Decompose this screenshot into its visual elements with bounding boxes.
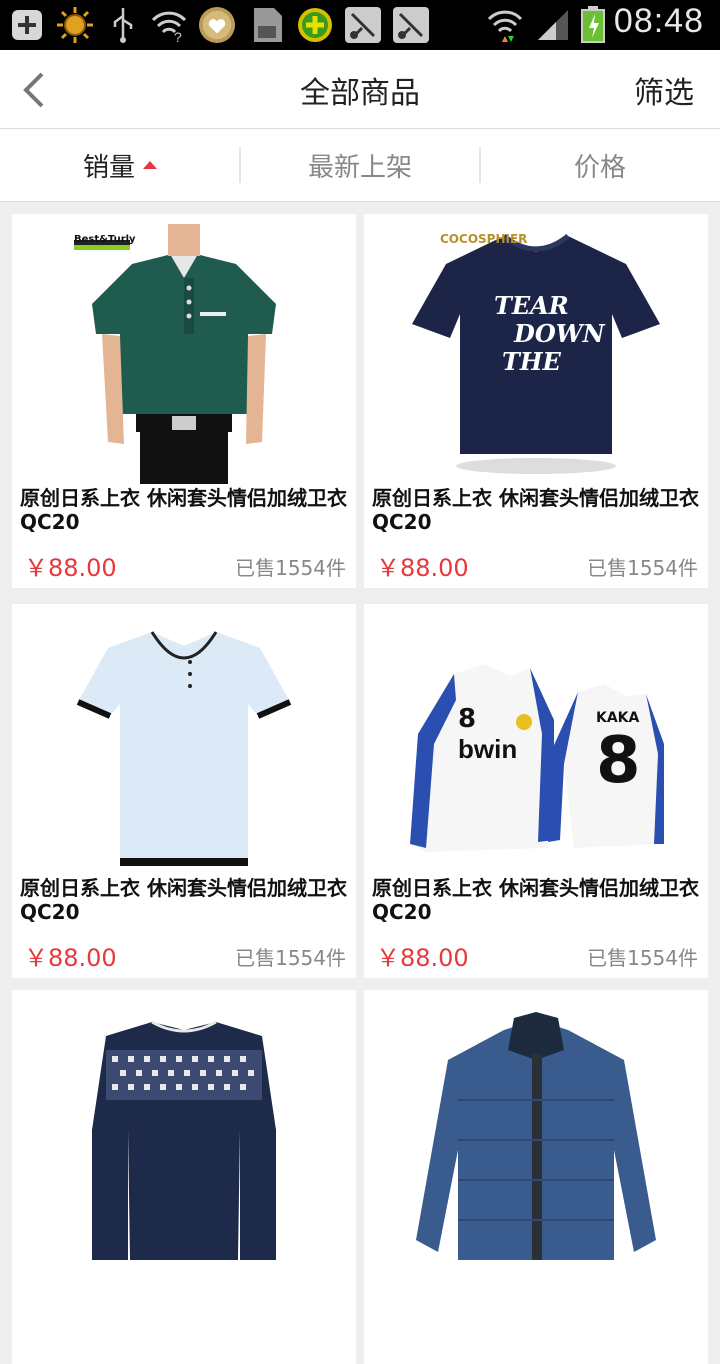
product-name: 原创日系上衣 休闲套头情侣加绒卫衣QC20: [372, 876, 699, 924]
page-title: 全部商品: [300, 76, 420, 111]
product-sold-count: 已售1554件: [235, 946, 346, 970]
print-line: DOWN: [514, 319, 605, 348]
tab-newest[interactable]: 最新上架: [240, 129, 480, 201]
status-bar: ? 08:48: [0, 0, 720, 50]
jersey-number-back: 8: [596, 724, 641, 798]
product-card[interactable]: 原创日系上衣 休闲套头情侣加绒卫衣QC20 ￥88.00 已售1554件: [12, 604, 356, 978]
signal-icon: [534, 6, 572, 44]
tab-sales-label: 销量: [82, 152, 135, 183]
filter-button[interactable]: 筛选: [634, 68, 694, 112]
wifi-question-icon: ?: [150, 6, 188, 44]
product-name: 原创日系上衣 休闲套头情侣加绒卫衣QC20: [372, 486, 699, 534]
product-sold-count: 已售1554件: [235, 556, 346, 580]
product-image: [364, 990, 708, 1260]
product-name: 原创日系上衣 休闲套头情侣加绒卫衣QC20: [20, 876, 347, 924]
plus-circle-icon: [296, 6, 334, 44]
app-header: 全部商品 筛选: [0, 50, 720, 129]
product-price: ￥88.00: [376, 554, 469, 582]
tab-price[interactable]: 价格: [480, 129, 720, 201]
wifi-icon: [486, 6, 524, 44]
product-image: [12, 990, 356, 1260]
product-image: Best&Turly: [12, 214, 356, 484]
usb-icon: [104, 6, 142, 44]
product-image: [12, 604, 356, 874]
sort-up-icon: [143, 161, 157, 169]
product-card[interactable]: [364, 990, 708, 1364]
product-card[interactable]: Best&Turly 原创日系上衣 休闲套头情侣加绒卫衣QC20 ￥88.00 …: [12, 214, 356, 588]
product-sold-count: 已售1554件: [587, 946, 698, 970]
cut-icon: [392, 6, 430, 44]
product-price: ￥88.00: [24, 944, 117, 972]
sun-icon: [56, 6, 94, 44]
jersey-sponsor: bwin: [458, 734, 518, 764]
product-price: ￥88.00: [376, 944, 469, 972]
product-name: 原创日系上衣 休闲套头情侣加绒卫衣QC20: [20, 486, 347, 534]
battery-icon: [574, 6, 612, 44]
product-sold-count: 已售1554件: [587, 556, 698, 580]
product-image: 8 bwin KAKA 8: [364, 604, 708, 874]
blue-jacket-image: [416, 1012, 656, 1260]
sd-card-icon: [248, 6, 286, 44]
print-line: TEAR: [494, 291, 569, 320]
print-line: THE: [502, 347, 561, 376]
svg-text:?: ?: [174, 29, 182, 44]
sort-bar: 销量 最新上架 价格: [0, 129, 720, 202]
product-price: ￥88.00: [24, 554, 117, 582]
light-blue-tshirt-image: [76, 631, 292, 866]
heart-icon: [198, 6, 236, 44]
brand-tag: COCOSPHIER: [440, 232, 528, 246]
football-jersey-image: [410, 664, 664, 852]
add-icon: [8, 6, 46, 44]
jersey-number: 8: [458, 704, 477, 734]
product-card[interactable]: [12, 990, 356, 1364]
tab-price-label: 价格: [573, 152, 626, 183]
product-card[interactable]: COCOSPHIER TEAR DOWN THE 原创日系上衣 休闲套头情侣加绒…: [364, 214, 708, 588]
tab-sales[interactable]: 销量: [0, 129, 240, 201]
patterned-sweater-image: [92, 1020, 276, 1260]
status-time: 08:48: [613, 2, 704, 40]
product-card[interactable]: 8 bwin KAKA 8 原创日系上衣 休闲套头情侣加绒卫衣QC20 ￥88.…: [364, 604, 708, 978]
cut-icon: [344, 6, 382, 44]
brand-tag: Best&Turly: [74, 234, 136, 245]
green-polo-shirt-image: [74, 224, 276, 484]
tshirt-print-text: TEAR DOWN THE: [494, 292, 624, 376]
product-image: COCOSPHIER TEAR DOWN THE: [364, 214, 708, 484]
tab-newest-label: 最新上架: [307, 152, 412, 183]
